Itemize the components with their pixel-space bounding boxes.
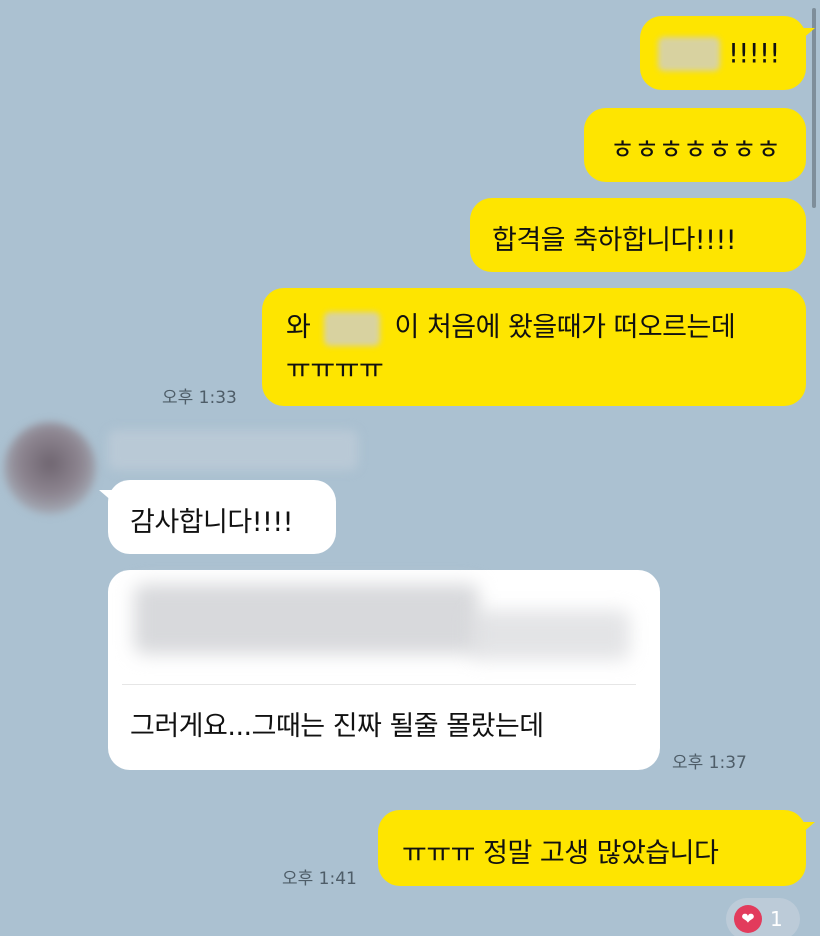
my-message-bubble[interactable]: 와 이 처음에 왔을때가 떠오르는데 ㅠㅠㅠㅠ (262, 288, 806, 406)
message-text: ㅠㅠㅠ 정말 고생 많았습니다 (402, 838, 719, 869)
avatar[interactable] (4, 422, 96, 514)
chat-room: !!!!! ㅎㅎㅎㅎㅎㅎㅎ 합격을 축하합니다!!!! 와 이 처음에 왔을때가… (0, 0, 820, 936)
message-text: 감사합니다!!!! (130, 507, 294, 538)
message-text: 와 (286, 312, 311, 343)
my-message-bubble[interactable]: ㅠㅠㅠ 정말 고생 많았습니다 (378, 810, 815, 886)
redacted-name (324, 311, 381, 346)
message-time: 오후 1:37 (672, 753, 747, 773)
redacted-name (658, 37, 720, 71)
redacted-sender-name (108, 430, 358, 470)
message-text: 합격을 축하합니다!!!! (492, 225, 737, 256)
message-text: 이 처음에 왔을때가 떠오르는데 (394, 312, 736, 343)
heart-icon: ❤ (734, 905, 762, 933)
my-message-bubble[interactable]: 합격을 축하합니다!!!! (470, 198, 806, 272)
my-message-bubble[interactable]: !!!!! (640, 16, 815, 90)
message-text: ㅠㅠㅠㅠ (286, 354, 384, 385)
message-text: !!!!! (728, 38, 780, 70)
message-text: 그러게요...그때는 진짜 될줄 몰랐는데 (130, 711, 544, 742)
message-time: 오후 1:33 (162, 388, 237, 408)
reaction-count: 1 (770, 907, 783, 931)
my-message-bubble[interactable]: ㅎㅎㅎㅎㅎㅎㅎ (584, 108, 806, 182)
message-text: ㅎㅎㅎㅎㅎㅎㅎ (610, 135, 781, 166)
redacted-quoted-message (470, 610, 630, 660)
reply-divider (122, 684, 636, 685)
redacted-quoted-message (134, 584, 479, 654)
message-time: 오후 1:41 (282, 869, 357, 889)
reaction-badge[interactable]: ❤ 1 (726, 898, 800, 936)
their-message-bubble[interactable]: 감사합니다!!!! (99, 480, 336, 554)
